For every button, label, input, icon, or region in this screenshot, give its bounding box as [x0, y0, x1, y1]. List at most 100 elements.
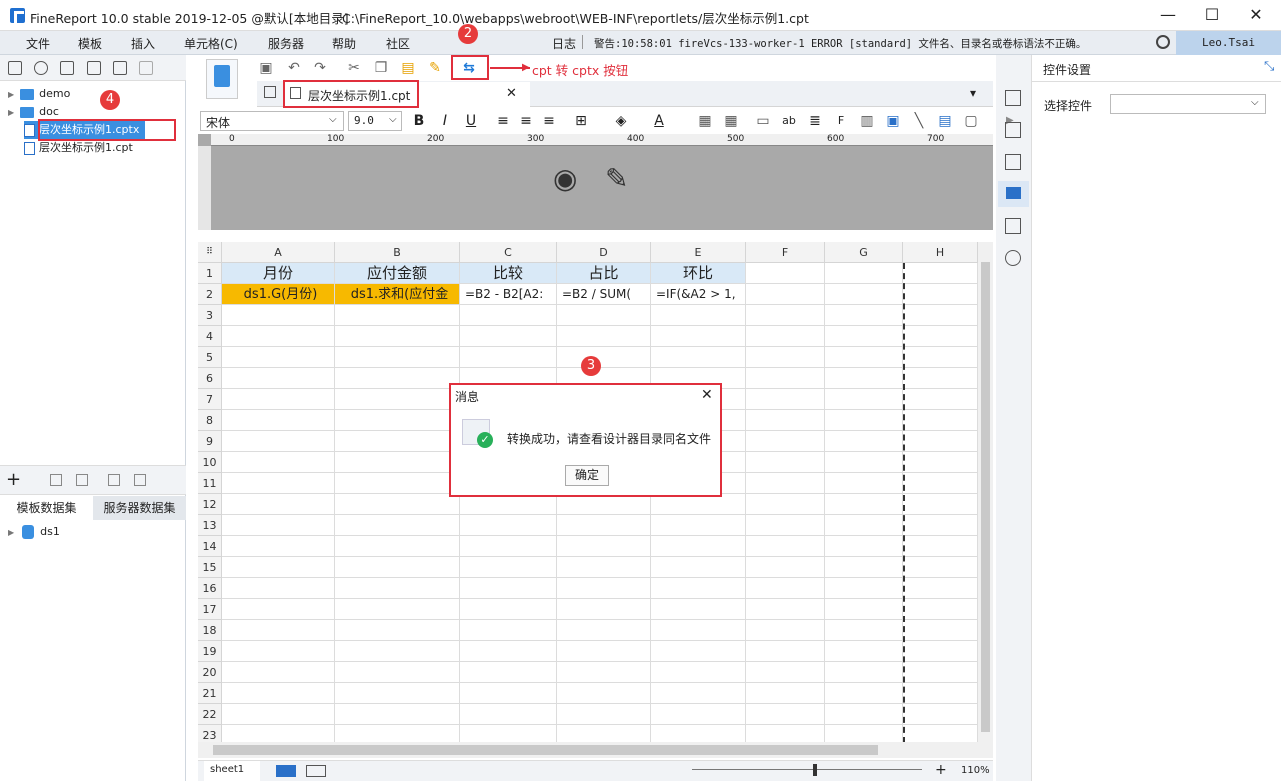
widget-select[interactable]: ⌵ [1110, 94, 1266, 114]
grid-cell[interactable] [222, 620, 335, 641]
grid-cell[interactable]: 应付金额 [335, 263, 460, 284]
row-header[interactable]: 11 [198, 473, 222, 494]
image-icon[interactable]: ▣ [884, 112, 902, 130]
menu-cell[interactable]: 单元格(C) [184, 35, 238, 52]
grid-cell[interactable]: =B2 - B2[A2: [460, 284, 557, 305]
row-header[interactable]: 5 [198, 347, 222, 368]
align-right-icon[interactable]: ≡ [540, 112, 558, 130]
scrollbar-thumb[interactable] [981, 262, 990, 732]
element-icon[interactable] [1005, 154, 1021, 170]
vertical-scrollbar[interactable] [978, 242, 993, 742]
grid-cell[interactable] [746, 452, 825, 473]
underline-button[interactable]: U [462, 112, 480, 130]
add-dataset-icon[interactable]: + [6, 471, 21, 489]
grid-cell[interactable] [651, 494, 746, 515]
tab-server-dataset[interactable]: 服务器数据集 [93, 496, 186, 520]
menu-file[interactable]: 文件 [26, 35, 50, 52]
tab-template-dataset[interactable]: 模板数据集 [0, 496, 93, 520]
row-header[interactable]: 20 [198, 662, 222, 683]
add-sheet-icon[interactable] [276, 765, 296, 777]
align-center-icon[interactable]: ≡ [517, 112, 535, 130]
grid-cell[interactable] [222, 410, 335, 431]
column-header[interactable]: E [651, 242, 746, 263]
template-type-button[interactable] [206, 59, 238, 99]
border-icon[interactable]: ⊞ [572, 112, 590, 130]
grid-cell[interactable] [903, 368, 978, 389]
grid-cell[interactable] [746, 284, 825, 305]
grid-cell[interactable] [651, 536, 746, 557]
new-folder-icon[interactable] [8, 61, 22, 75]
grid-cell[interactable] [557, 347, 651, 368]
grid-cell[interactable] [746, 704, 825, 725]
grid-cell[interactable] [222, 641, 335, 662]
grid-cell[interactable] [557, 578, 651, 599]
grid-cell[interactable] [222, 578, 335, 599]
cell-element-icon[interactable]: ▭ [754, 112, 772, 130]
grid-cell[interactable] [903, 410, 978, 431]
grid-cell[interactable] [746, 263, 825, 284]
copy-icon[interactable]: ❐ [372, 59, 390, 77]
user-account[interactable]: Leo.Tsai [1176, 31, 1281, 55]
grid-cell[interactable] [460, 599, 557, 620]
grid-cell[interactable] [825, 494, 903, 515]
grid-cell[interactable] [335, 410, 460, 431]
grid-cell[interactable] [335, 662, 460, 683]
grid-cell[interactable]: =IF(&A2 > 1, [651, 284, 746, 305]
grid-cell[interactable] [557, 683, 651, 704]
grid-cell[interactable] [557, 494, 651, 515]
grid-cell[interactable]: 月份 [222, 263, 335, 284]
grid-cell[interactable] [825, 452, 903, 473]
redo-icon[interactable]: ↷ [311, 59, 329, 77]
grid-cell[interactable]: 比较 [460, 263, 557, 284]
menu-insert[interactable]: 插入 [131, 35, 155, 52]
grid-cell[interactable] [746, 389, 825, 410]
menu-template[interactable]: 模板 [78, 35, 102, 52]
grid-cell[interactable] [222, 557, 335, 578]
edit-icon[interactable] [50, 474, 62, 486]
grid-cell[interactable] [746, 515, 825, 536]
grid-cell[interactable] [460, 515, 557, 536]
grid-cell[interactable] [903, 578, 978, 599]
grid-cell[interactable] [825, 704, 903, 725]
save-icon[interactable]: ▣ [257, 59, 275, 77]
grid-cell[interactable] [460, 326, 557, 347]
grid-cell[interactable] [825, 410, 903, 431]
zoom-slider-thumb[interactable] [813, 764, 817, 776]
edit-pencil-icon[interactable]: ✎ [605, 162, 628, 195]
grid-cell[interactable] [746, 305, 825, 326]
grid-cell[interactable] [335, 557, 460, 578]
grid-cell[interactable] [335, 599, 460, 620]
row-header[interactable]: 15 [198, 557, 222, 578]
grid-cell[interactable] [746, 557, 825, 578]
grid-cell[interactable] [557, 536, 651, 557]
row-header[interactable]: 7 [198, 389, 222, 410]
row-header[interactable]: 19 [198, 641, 222, 662]
maximize-button[interactable]: ☐ [1202, 6, 1222, 24]
grid-cell[interactable] [557, 305, 651, 326]
row-header[interactable]: 14 [198, 536, 222, 557]
grid-cell[interactable] [651, 620, 746, 641]
grid-cell[interactable] [335, 578, 460, 599]
dataset-ds1[interactable]: ▶ ds1 [8, 523, 60, 541]
grid-cell[interactable] [825, 683, 903, 704]
font-color-icon[interactable]: A [650, 112, 668, 130]
grid-cell[interactable] [222, 368, 335, 389]
template-icon[interactable] [60, 61, 74, 75]
column-header[interactable]: H [903, 242, 978, 263]
hide-icon[interactable]: ◉ [553, 162, 577, 195]
grid-cell[interactable] [746, 326, 825, 347]
collapse-panel-icon[interactable]: ⤡ [1264, 59, 1274, 74]
menu-help[interactable]: 帮助 [332, 35, 356, 52]
grid-cell[interactable] [903, 305, 978, 326]
grid-cell[interactable] [460, 305, 557, 326]
row-header[interactable]: 1 [198, 263, 222, 284]
grid-cell[interactable] [651, 578, 746, 599]
grid-cell[interactable] [222, 473, 335, 494]
grid-cell[interactable] [335, 389, 460, 410]
search-icon[interactable] [1156, 35, 1170, 49]
row-header[interactable]: 3 [198, 305, 222, 326]
grid-cell[interactable] [335, 536, 460, 557]
grid-cell[interactable] [746, 620, 825, 641]
row-header[interactable]: 13 [198, 515, 222, 536]
grid-cell[interactable] [825, 431, 903, 452]
